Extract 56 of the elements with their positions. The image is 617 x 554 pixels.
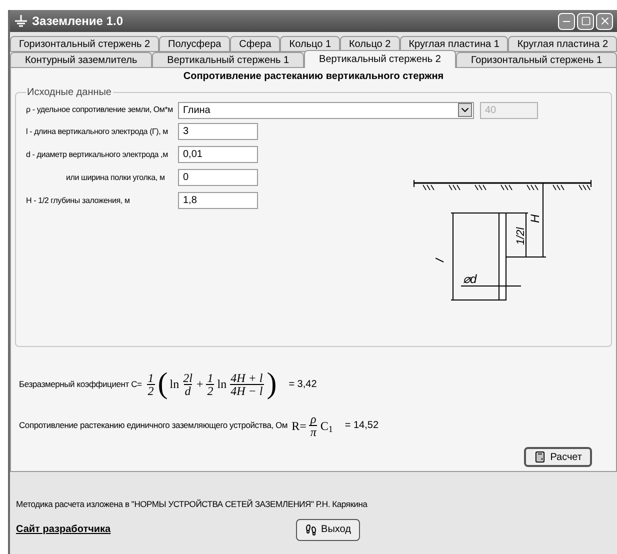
diameter-label: ⌀d [463,272,477,286]
result-value: = 14,52 [344,419,379,433]
result-label: Безразмерный коэффициент С= [19,378,142,390]
group-title: Исходные данные [26,86,112,100]
input-field[interactable]: 3 [178,123,258,140]
calculate-button[interactable]: Расчет [524,447,592,467]
close-button[interactable] [596,12,613,30]
field-label: l - длина вертикального электрода (Г), м [26,126,169,138]
tab[interactable]: Контурный заземлитель [10,52,152,68]
maximize-icon [580,16,590,26]
window-title: Заземление 1.0 [32,13,123,30]
length-label: l [432,257,447,264]
fraction: 2l d [182,372,194,396]
minimize-button[interactable] [558,12,575,30]
tab[interactable]: Полусфера [159,36,230,52]
tab[interactable]: Круглая пластина 2 [508,36,617,52]
developer-site-link[interactable]: Сайт разработчика [16,522,296,538]
close-icon [598,15,610,27]
parenthesis: ( [158,369,168,399]
soil-dropdown[interactable]: Глина [178,102,474,118]
field-label: H - 1/2 глубины заложения, м [26,194,131,206]
fraction: ρ π [309,413,318,438]
result-label: Сопротивление растеканию единичного заземляющего устройства, Ом [19,419,288,432]
chevron-icon [458,103,472,117]
calculator-icon [534,451,546,463]
formula-text: C$_{1}$ [320,418,333,434]
method-note: Методика расчета изложена в "НОРМЫ УСТРОЙСТВА СЕТЕЙ ЗАЗЕМЛЕНИЯ" Р.Н. Карякина [16,498,368,511]
footprints-icon [305,524,318,536]
half-length-label: 1/2l [515,227,527,245]
tab[interactable]: Сфера [230,36,280,52]
formula-text: ln [217,376,227,393]
parenthesis: ) [266,369,277,399]
field-label: или ширина полки уголка, м [65,172,166,184]
fraction: 4H + l 4H − l [230,372,264,396]
field-label: ρ - удельное сопротивление земли, Ом*м [26,104,174,116]
field-label: d - диаметр вертикального электрода ,м [26,148,169,160]
result-value: = 3,42 [288,378,317,392]
input-field[interactable]: 1,8 [178,192,258,209]
fraction: 1 2 [206,372,214,396]
input-field[interactable]: 0,01 [178,146,258,163]
formula-text: + [196,376,204,393]
tab[interactable]: Круглая пластина 1 [400,36,508,52]
formula-text: R= [292,418,306,434]
tab[interactable]: Вертикальный стержень 2 [304,50,456,68]
exit-button[interactable]: Выход [296,518,360,541]
depth-label: H [528,214,542,223]
ground-icon [14,15,28,27]
fraction: 1 2 [146,372,155,396]
maximize-button[interactable] [577,12,594,30]
tab[interactable]: Вертикальный стержень 1 [152,52,304,68]
tab[interactable]: Горизонтальный стержень 1 [456,52,617,68]
panel-heading: Сопротивление растеканию вертикального стержня [182,70,445,84]
formula-text: ln [170,376,180,393]
input-field[interactable]: 0 [178,169,258,186]
tab[interactable]: Кольцо 1 [280,36,340,52]
tab[interactable]: Горизонтальный стержень 2 [10,36,160,52]
